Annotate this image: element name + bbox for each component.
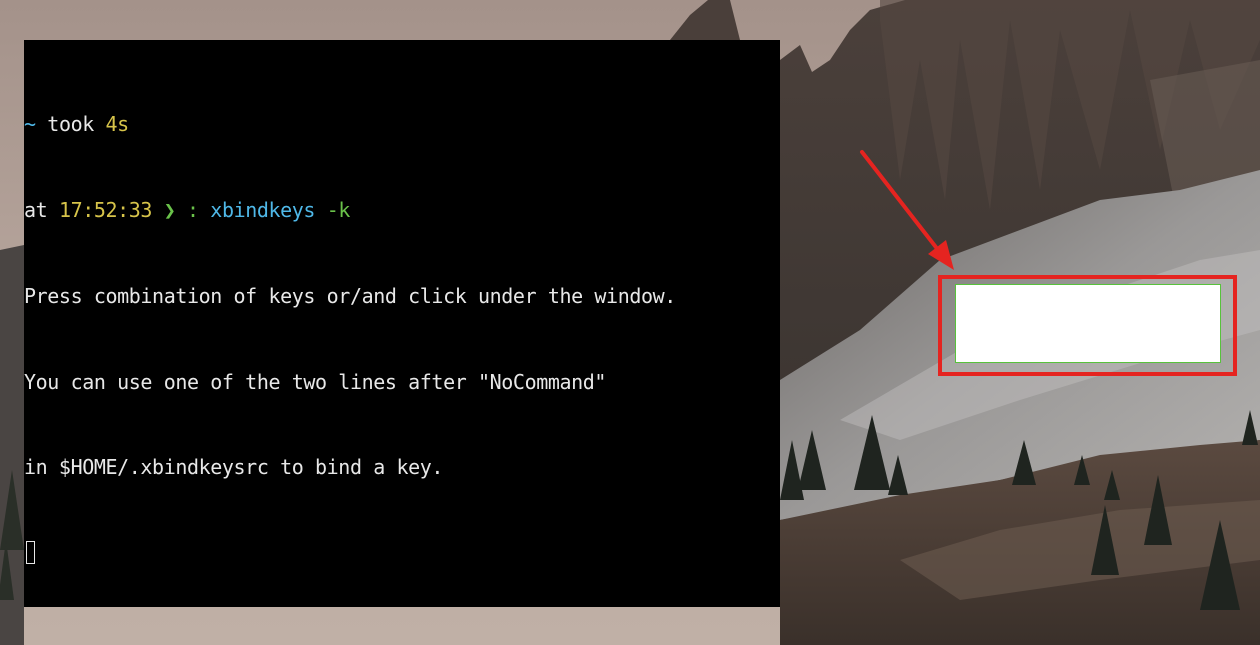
terminal-output: ~ took 4s at 17:52:33 ❯ : xbindkeys -k P… (24, 53, 676, 607)
command-name: xbindkeys (210, 197, 316, 222)
prompt-took-label: took (35, 112, 106, 137)
prompt-directory: ~ (24, 112, 36, 137)
output-line: Press combination of keys or/and click u… (24, 283, 676, 308)
prompt-time: 17:52:33 (58, 197, 153, 222)
xbindkeys-capture-window[interactable] (955, 284, 1221, 363)
prompt-duration: 4s (105, 112, 130, 137)
prompt-line-1: ~ took 4s (24, 110, 676, 139)
terminal-window[interactable]: ~ took 4s at 17:52:33 ❯ : xbindkeys -k P… (24, 40, 780, 607)
cursor-line (24, 539, 676, 568)
output-line: in $HOME/.xbindkeysrc to bind a key. (24, 455, 444, 480)
prompt-at-label: at (24, 197, 59, 222)
prompt-arrow-icon: ❯ : (152, 197, 211, 222)
output-line: You can use one of the two lines after "… (24, 369, 607, 394)
terminal-cursor (26, 541, 35, 565)
prompt-line-2: at 17:52:33 ❯ : xbindkeys -k (24, 196, 676, 225)
command-flag: -k (315, 197, 351, 222)
